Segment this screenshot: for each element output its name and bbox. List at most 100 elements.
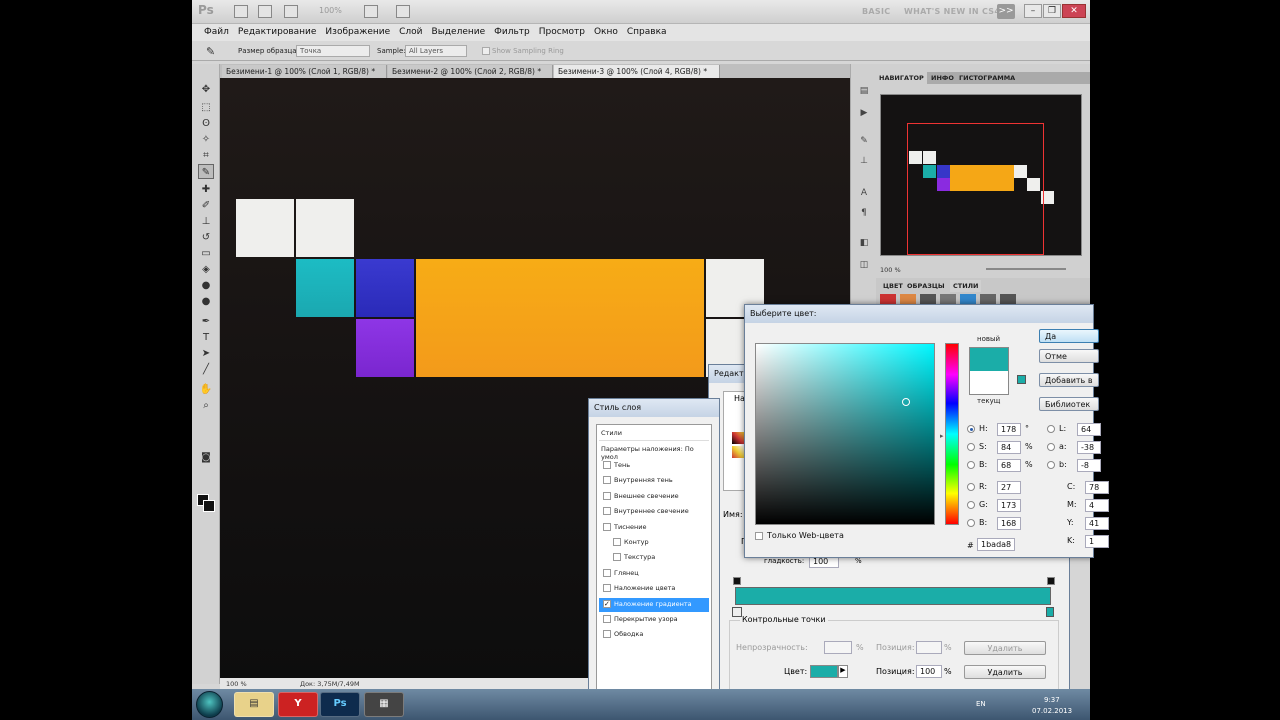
channel-input[interactable]: 168	[997, 517, 1021, 530]
layer-style-checkbox[interactable]	[603, 630, 611, 639]
layer-style-item[interactable]: Перекрытие узора	[599, 613, 709, 627]
menu-item[interactable]: Изображение	[321, 24, 395, 41]
background-color-swatch[interactable]	[203, 500, 215, 512]
menu-item[interactable]: Фильтр	[490, 24, 535, 41]
layer-style-checkbox[interactable]	[603, 476, 611, 485]
menu-item[interactable]: Слой	[395, 24, 427, 41]
layer-style-item[interactable]: Текстура	[599, 551, 709, 565]
eraser-tool-icon[interactable]: ▭	[198, 246, 214, 261]
healing-tool-icon[interactable]: ✚	[198, 182, 214, 197]
layer-style-checkbox[interactable]	[603, 522, 611, 531]
navigator-zoom-slider[interactable]	[986, 268, 1066, 270]
zoom-level[interactable]: 100%	[319, 6, 342, 15]
blur-tool-icon[interactable]: ●	[198, 278, 214, 293]
minimize-icon[interactable]: –	[1024, 4, 1042, 18]
tab-info[interactable]: ИНФО	[928, 72, 957, 84]
opacity-stop-left[interactable]	[733, 577, 741, 585]
minibridge-icon[interactable]	[258, 5, 272, 18]
preset-swatch[interactable]	[732, 446, 744, 458]
channel-input[interactable]: 1	[1085, 535, 1109, 548]
hex-input[interactable]: 1bada8	[977, 538, 1015, 551]
character-panel-icon[interactable]: A	[857, 188, 871, 201]
layer-style-item[interactable]: ✓ Наложение градиента	[599, 597, 709, 612]
layer-style-item[interactable]: Внутреннее свечение	[599, 505, 709, 519]
channel-input[interactable]: 27	[997, 481, 1021, 494]
menu-item[interactable]: Просмотр	[535, 24, 590, 41]
tab-doc-1[interactable]: Безимени-1 @ 100% (Слой 1, RGB/8) *	[222, 65, 387, 78]
channel-radio[interactable]	[1047, 443, 1055, 451]
navigator-zoom[interactable]: 100 %	[880, 266, 901, 274]
color-picker-cursor[interactable]	[902, 398, 910, 406]
hue-slider-arrow-icon[interactable]: ▸	[940, 432, 944, 440]
clone-panel-icon[interactable]: ⊥	[857, 156, 871, 169]
dodge-tool-icon[interactable]: ●	[198, 294, 214, 309]
tab-swatches[interactable]: ОБРАЗЦЫ	[904, 280, 948, 292]
channel-input[interactable]: 78	[1085, 481, 1109, 494]
hue-slider[interactable]: ▸	[940, 343, 959, 525]
channel-input[interactable]: 64	[1077, 423, 1101, 436]
position-input-disabled[interactable]	[916, 641, 942, 654]
channel-radio[interactable]	[967, 461, 975, 469]
clock-time[interactable]: 9:37	[1044, 696, 1060, 704]
paragraph-panel-icon[interactable]: ¶	[857, 208, 871, 221]
add-to-swatches-button[interactable]: Добавить в	[1039, 373, 1099, 387]
tab-styles[interactable]: СТИЛИ	[950, 280, 982, 292]
channel-radio[interactable]	[1047, 425, 1055, 433]
lasso-tool-icon[interactable]: ʘ	[198, 116, 214, 131]
menu-item[interactable]: Редактирование	[234, 24, 322, 41]
crop-tool-icon[interactable]: ⌗	[198, 148, 214, 163]
channel-input[interactable]: 173	[997, 499, 1021, 512]
explorer-taskbar-icon[interactable]: ▤	[234, 692, 274, 717]
channel-input[interactable]: 84	[997, 441, 1021, 454]
move-tool-icon[interactable]: ✥	[198, 82, 214, 97]
quick-mask-icon[interactable]: ◙	[198, 450, 214, 465]
clock-date[interactable]: 07.02.2013	[1032, 707, 1072, 715]
delete-opacity-stop-button[interactable]: Удалить	[964, 641, 1046, 655]
start-button[interactable]	[196, 691, 223, 718]
color-menu-icon[interactable]: ▶	[838, 665, 848, 678]
arrange-docs-icon[interactable]	[364, 5, 378, 18]
layer-style-item[interactable]: Наложение цвета	[599, 582, 709, 596]
gradient-preview-bar[interactable]	[735, 587, 1051, 605]
type-tool-icon[interactable]: T	[198, 330, 214, 345]
channel-radio[interactable]	[967, 425, 975, 433]
styles-header[interactable]: Стили	[599, 427, 709, 441]
layer-style-item[interactable]: Внутренняя тень	[599, 474, 709, 488]
brushes-panel-icon[interactable]: ✎	[857, 136, 871, 149]
layer-style-checkbox[interactable]	[613, 538, 621, 546]
status-zoom[interactable]: 100 %	[226, 680, 247, 688]
channel-input[interactable]: 4	[1085, 499, 1109, 512]
channel-radio[interactable]	[967, 501, 975, 509]
nav-view-box[interactable]	[907, 123, 1044, 255]
layer-style-item[interactable]: Тень	[599, 459, 709, 473]
layer-style-checkbox[interactable]	[603, 615, 611, 623]
channels-panel-icon[interactable]: ◫	[857, 260, 871, 273]
layer-style-checkbox[interactable]	[613, 553, 621, 562]
web-safe-color-icon[interactable]	[1017, 375, 1026, 384]
workspace-whats-new[interactable]: WHAT'S NEW IN CS4	[904, 7, 1000, 16]
color-stop-left[interactable]	[732, 607, 742, 617]
channel-input[interactable]: 178	[997, 423, 1021, 436]
screen-mode-icon[interactable]	[396, 5, 410, 18]
stop-color-swatch[interactable]	[810, 665, 838, 678]
stamp-tool-icon[interactable]: ⊥	[198, 214, 214, 229]
history-brush-icon[interactable]: ↺	[198, 230, 214, 245]
layer-style-checkbox[interactable]	[603, 584, 611, 593]
menu-item[interactable]: Файл	[200, 24, 234, 41]
yandex-taskbar-icon[interactable]: Y	[278, 692, 318, 717]
language-indicator[interactable]: EN	[976, 700, 986, 708]
cancel-button[interactable]: Отме	[1039, 349, 1099, 363]
menu-item[interactable]: Справка	[623, 24, 672, 41]
layer-style-checkbox[interactable]	[603, 491, 611, 500]
layer-style-item[interactable]: Обводка	[599, 628, 709, 642]
channel-radio[interactable]	[967, 443, 975, 451]
opacity-input[interactable]	[824, 641, 852, 654]
view-extras-icon[interactable]	[284, 5, 298, 18]
path-select-icon[interactable]: ➤	[198, 346, 214, 361]
sample-select[interactable]: All Layers	[405, 45, 467, 57]
history-panel-icon[interactable]: ▤	[857, 86, 871, 99]
actions-panel-icon[interactable]: ▶	[857, 108, 871, 121]
bucket-tool-icon[interactable]: ◈	[198, 262, 214, 277]
line-tool-icon[interactable]: ╱	[198, 362, 214, 377]
layer-style-checkbox[interactable]	[603, 461, 611, 469]
